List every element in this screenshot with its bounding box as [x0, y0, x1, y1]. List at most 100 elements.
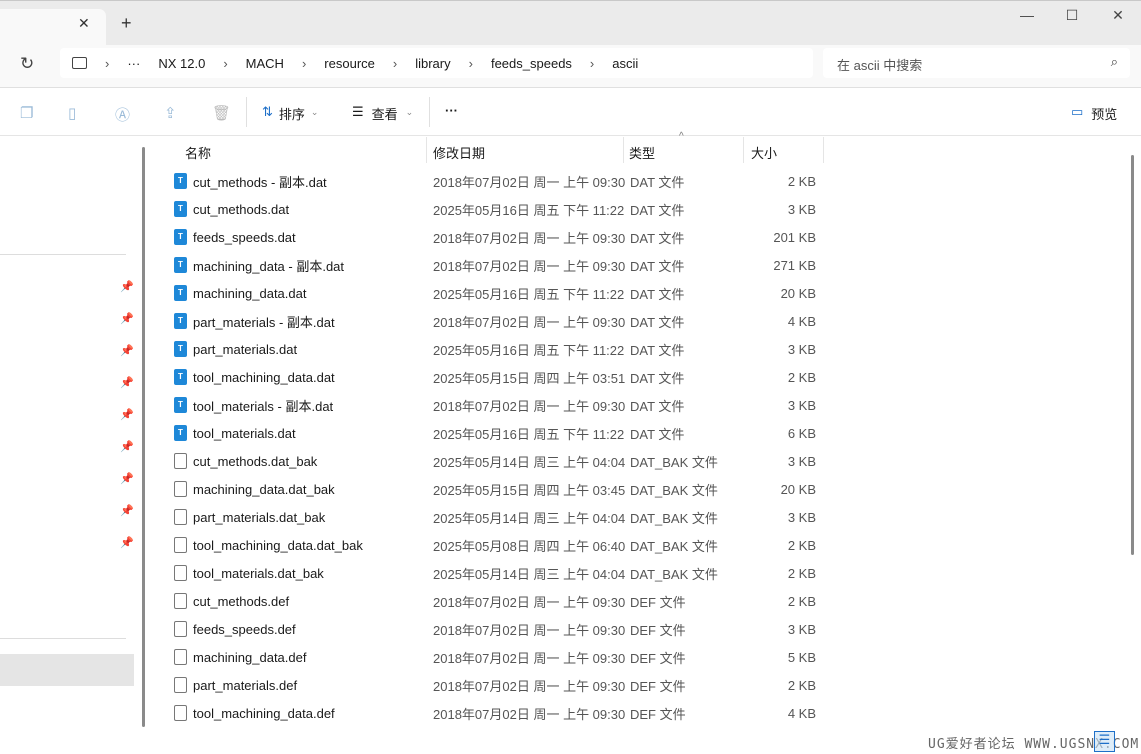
file-icon	[174, 677, 187, 693]
share-icon[interactable]: ⇪	[164, 104, 177, 122]
preview-button[interactable]: ▭ 预览	[1071, 104, 1117, 123]
text-file-icon: T	[174, 341, 187, 357]
file-name: tool_machining_data.dat	[193, 369, 335, 385]
file-icon	[174, 649, 187, 665]
file-list: 名称 修改日期 类型 ^ 大小 Tcut_methods - 副本.dat 201…	[152, 131, 1134, 754]
new-tab-button[interactable]: +	[121, 13, 132, 34]
file-row[interactable]: part_materials.def 2018年07月02日 周一 上午 09:3…	[152, 671, 852, 699]
search-placeholder: 在 ascii 中搜索	[837, 58, 923, 73]
maximize-button[interactable]: ☐	[1057, 7, 1087, 24]
chevron-right-icon[interactable]: ›	[105, 56, 109, 71]
breadcrumb-item[interactable]: library	[415, 56, 450, 71]
details-view-toggle[interactable]: ☰	[1094, 731, 1115, 752]
file-row[interactable]: Tcut_methods - 副本.dat 2018年07月02日 周一 上午 0…	[152, 167, 852, 195]
pin-icon[interactable]: 📌	[120, 472, 134, 485]
file-name: cut_methods.def	[193, 593, 290, 609]
file-name: tool_machining_data.dat_bak	[193, 537, 363, 553]
chevron-right-icon[interactable]: ›	[469, 56, 473, 71]
chevron-right-icon[interactable]: ›	[223, 56, 227, 71]
tab-active[interactable]: ✕	[0, 9, 106, 46]
refresh-icon[interactable]: ↻	[20, 54, 34, 74]
minimize-button[interactable]: —	[1012, 7, 1042, 23]
column-divider[interactable]	[823, 137, 824, 163]
file-row[interactable]: Tpart_materials - 副本.dat 2018年07月02日 周一 上…	[152, 307, 852, 335]
column-header-date[interactable]: 修改日期	[433, 143, 485, 162]
column-divider[interactable]	[426, 137, 427, 163]
computer-icon[interactable]	[72, 57, 87, 69]
close-tab-icon[interactable]: ✕	[78, 15, 90, 32]
view-label: 查看	[371, 107, 398, 122]
column-divider[interactable]	[743, 137, 744, 163]
copy-icon[interactable]: ❐	[20, 104, 33, 122]
chevron-right-icon[interactable]: ›	[393, 56, 397, 71]
column-header-size[interactable]: 大小	[751, 143, 777, 162]
file-name: tool_materials - 副本.dat	[193, 398, 334, 414]
file-row[interactable]: Ttool_materials - 副本.dat 2018年07月02日 周一 上…	[152, 391, 852, 419]
chevron-right-icon[interactable]: ›	[302, 56, 306, 71]
pin-icon[interactable]: 📌	[120, 312, 134, 325]
sort-button[interactable]: ⇅ 排序 ⌄	[262, 104, 318, 123]
pin-icon[interactable]: 📌	[120, 440, 134, 453]
pin-icon[interactable]: 📌	[120, 408, 134, 421]
breadcrumb-item[interactable]: ascii	[612, 56, 638, 71]
file-row[interactable]: cut_methods.def 2018年07月02日 周一 上午 09:30 DE…	[152, 587, 852, 615]
view-button[interactable]: ☰ 查看 ⌄	[352, 104, 413, 123]
file-type: DAT 文件	[630, 202, 685, 218]
file-row[interactable]: Ttool_machining_data.dat 2025年05月15日 周四 上…	[152, 363, 852, 391]
breadcrumb-item[interactable]: resource	[324, 56, 375, 71]
file-row[interactable]: Tfeeds_speeds.dat 2018年07月02日 周一 上午 09:30…	[152, 223, 852, 251]
file-date: 2025年05月08日 周四 上午 06:40	[433, 538, 626, 554]
file-row[interactable]: Tmachining_data.dat 2025年05月16日 周五 下午 11:…	[152, 279, 852, 307]
file-row[interactable]: machining_data.def 2018年07月02日 周一 上午 09:3…	[152, 643, 852, 671]
file-row[interactable]: tool_materials.dat_bak 2025年05月14日 周三 上午 …	[152, 559, 852, 587]
command-bar: ❐ ▯ Ⓐ ⇪ 🗑 ⇅ 排序 ⌄ ☰ 查看 ⌄ ··· ▭ 预览	[0, 89, 1141, 136]
paste-icon[interactable]: ▯	[68, 104, 76, 122]
pin-icon[interactable]: 📌	[120, 376, 134, 389]
column-divider[interactable]	[623, 137, 624, 163]
nav-scrollbar[interactable]	[142, 147, 145, 727]
pin-icon[interactable]: 📌	[120, 504, 134, 517]
pin-icon[interactable]: 📌	[120, 280, 134, 293]
close-window-button[interactable]: ✕	[1103, 7, 1133, 24]
divider	[0, 254, 126, 255]
chevron-down-icon: ⌄	[310, 107, 319, 117]
file-row[interactable]: machining_data.dat_bak 2025年05月15日 周四 上午 …	[152, 475, 852, 503]
pin-icon[interactable]: 📌	[120, 536, 134, 549]
column-header-type[interactable]: 类型	[629, 143, 655, 162]
breadcrumb-item[interactable]: feeds_speeds	[491, 56, 572, 71]
breadcrumb-item[interactable]: NX 12.0	[158, 56, 205, 71]
file-type: DAT_BAK 文件	[630, 538, 718, 554]
file-row[interactable]: tool_machining_data.dat_bak 2025年05月08日 周…	[152, 531, 852, 559]
text-file-icon: T	[174, 313, 187, 329]
breadcrumb[interactable]: › ··· NX 12.0 › MACH › resource › library › …	[60, 48, 813, 78]
file-row[interactable]: part_materials.dat_bak 2025年05月14日 周三 上午 …	[152, 503, 852, 531]
text-file-icon: T	[174, 369, 187, 385]
search-input[interactable]: 在 ascii 中搜索 ⌕	[823, 48, 1130, 78]
file-row[interactable]: Tcut_methods.dat 2025年05月16日 周五 下午 11:22 D…	[152, 195, 852, 223]
file-name: machining_data.dat	[193, 285, 307, 301]
list-scrollbar[interactable]	[1131, 155, 1134, 555]
more-button[interactable]: ···	[445, 103, 458, 118]
file-date: 2018年07月02日 周一 上午 09:30	[433, 230, 626, 246]
breadcrumb-more[interactable]: ···	[127, 56, 140, 71]
file-type: DAT 文件	[630, 286, 685, 302]
delete-icon[interactable]: 🗑	[212, 104, 231, 122]
file-row[interactable]: Tpart_materials.dat 2025年05月16日 周五 下午 11:…	[152, 335, 852, 363]
rename-icon[interactable]: Ⓐ	[115, 104, 130, 125]
file-name: part_materials.dat	[193, 341, 298, 357]
file-date: 2025年05月14日 周三 上午 04:04	[433, 566, 626, 582]
file-row[interactable]: cut_methods.dat_bak 2025年05月14日 周三 上午 04:…	[152, 447, 852, 475]
address-row: ↻ › ··· NX 12.0 › MACH › resource › library…	[0, 45, 1141, 88]
file-row[interactable]: Tmachining_data - 副本.dat 2018年07月02日 周一 上…	[152, 251, 852, 279]
column-header-name[interactable]: 名称	[185, 143, 211, 162]
nav-item-selected[interactable]	[0, 654, 134, 686]
pin-icon[interactable]: 📌	[120, 344, 134, 357]
file-row[interactable]: feeds_speeds.def 2018年07月02日 周一 上午 09:30 D…	[152, 615, 852, 643]
file-row[interactable]: Ttool_materials.dat 2025年05月16日 周五 下午 11:…	[152, 419, 852, 447]
file-size: 5 KB	[787, 649, 816, 665]
file-row[interactable]: tool_machining_data.def 2018年07月02日 周一 上午…	[152, 699, 852, 727]
chevron-right-icon[interactable]: ›	[590, 56, 594, 71]
column-headers: 名称 修改日期 类型 ^ 大小	[152, 131, 832, 163]
breadcrumb-item[interactable]: MACH	[246, 56, 284, 71]
text-file-icon: T	[174, 397, 187, 413]
